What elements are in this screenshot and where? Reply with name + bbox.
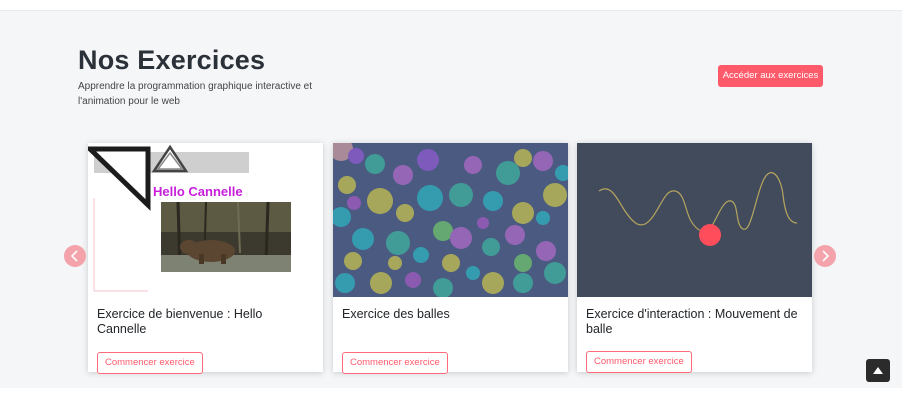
carousel-next-button[interactable] [814, 245, 836, 267]
carousel-prev-button[interactable] [64, 245, 86, 267]
access-exercises-button[interactable]: Accéder aux exercices [718, 65, 823, 87]
page-subtitle: Apprendre la programmation graphique int… [78, 81, 313, 107]
chevron-left-icon [70, 250, 78, 262]
card-title: Exercice d'interaction : Mouvement de ba… [586, 307, 798, 336]
exercise-card-interaction: Exercice d'interaction : Mouvement de ba… [577, 143, 812, 373]
card-title: Exercice de bienvenue : Hello Cannelle [97, 307, 263, 336]
start-exercise-button[interactable]: Commencer exercice [342, 352, 448, 374]
card-title: Exercice des balles [342, 307, 450, 321]
exercises-section: Nos Exercices Apprendre la programmation… [0, 11, 902, 388]
ball-movement-thumbnail [577, 143, 812, 297]
hello-cannelle-text: Hello Cannelle [153, 184, 243, 199]
hello-cannelle-thumbnail: Hello Cannelle [88, 143, 323, 297]
page-title: Nos Exercices [78, 45, 266, 75]
chevron-right-icon [822, 250, 830, 262]
page-edge [902, 0, 910, 406]
caret-up-icon [873, 367, 883, 374]
start-exercise-button[interactable]: Commencer exercice [586, 351, 692, 373]
exercise-card-hello: Hello Cannelle Exercice de bienvenue : H… [88, 143, 323, 374]
exercise-card-balls: Exercice des balles Commencer exercice [333, 143, 568, 374]
back-to-top-button[interactable] [866, 359, 890, 382]
top-bar [0, 0, 910, 11]
balls-thumbnail [333, 143, 568, 297]
start-exercise-button[interactable]: Commencer exercice [97, 352, 203, 374]
